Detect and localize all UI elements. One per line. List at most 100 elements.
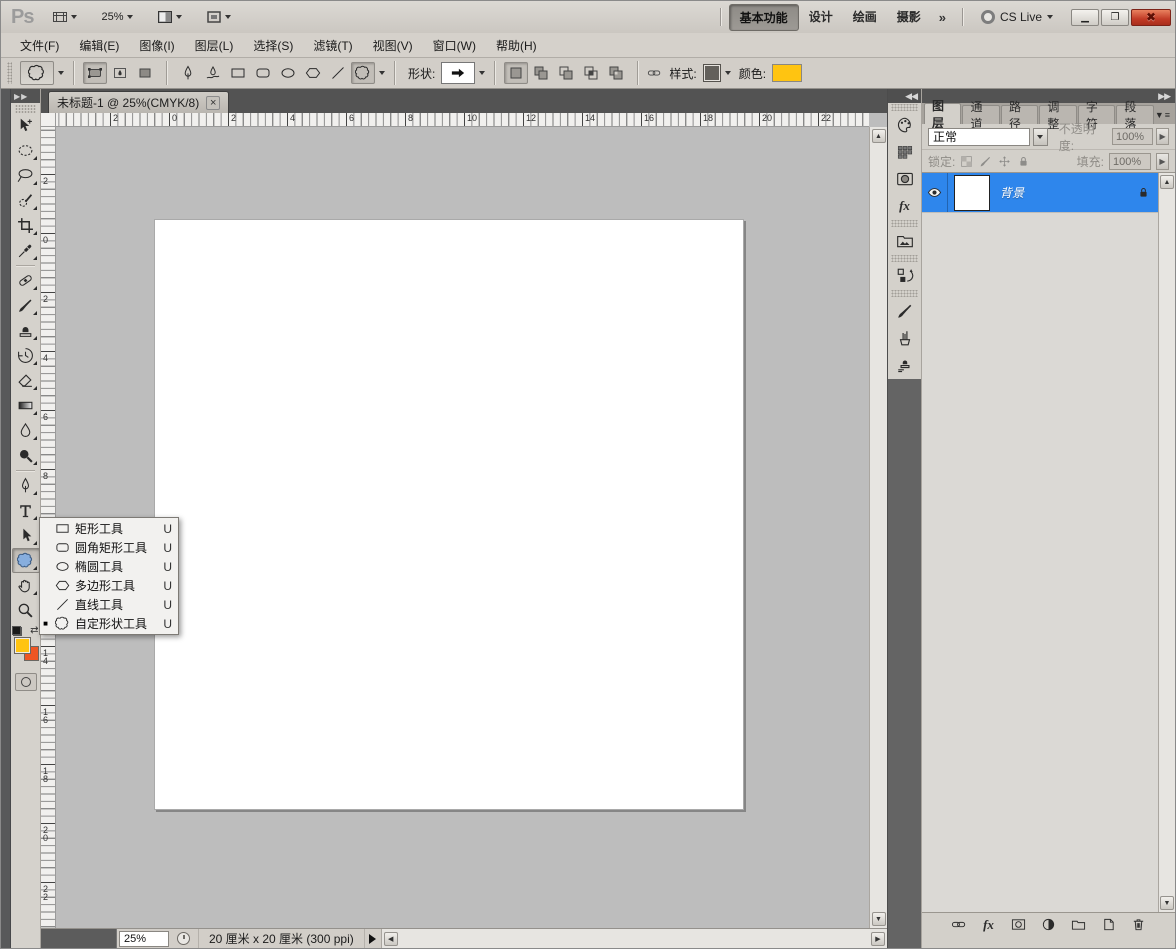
- drag-grip[interactable]: [891, 290, 918, 297]
- ellipse-tool-button[interactable]: [276, 62, 300, 84]
- ruler-corner[interactable]: [41, 113, 56, 127]
- minimize-button[interactable]: ▁: [1071, 9, 1099, 26]
- drag-grip[interactable]: [891, 220, 918, 227]
- workspace-overflow-button[interactable]: »: [931, 10, 954, 25]
- restore-button[interactable]: ❐: [1101, 9, 1129, 26]
- layer-visibility-toggle[interactable]: [922, 173, 948, 212]
- lasso-tool[interactable]: [12, 163, 40, 188]
- quick-selection-tool[interactable]: [12, 188, 40, 213]
- scroll-up-icon[interactable]: ▲: [872, 129, 886, 143]
- hand-tool[interactable]: [12, 573, 40, 598]
- shape-layers-button[interactable]: [83, 62, 107, 84]
- opacity-slider-button[interactable]: ▶: [1156, 128, 1169, 145]
- crop-tool[interactable]: [12, 213, 40, 238]
- layer-style-button[interactable]: fx: [979, 916, 999, 934]
- layers-scrollbar[interactable]: ▲ ▼: [1158, 173, 1175, 912]
- foreground-color-swatch[interactable]: [14, 637, 31, 654]
- brush-tool[interactable]: [12, 293, 40, 318]
- workspace-button[interactable]: 绘画: [843, 4, 887, 31]
- layer-row[interactable]: 背景: [922, 173, 1158, 213]
- history-panel-button[interactable]: [891, 263, 919, 289]
- menu-item[interactable]: 窗口(W): [424, 34, 485, 57]
- fill-pixels-button[interactable]: [133, 62, 157, 84]
- scroll-down-icon[interactable]: ▼: [872, 912, 886, 926]
- default-colors-icon[interactable]: [13, 627, 22, 636]
- lock-transparent-button[interactable]: [960, 155, 973, 168]
- add-mask-button[interactable]: [1009, 916, 1029, 934]
- move-tool[interactable]: [12, 113, 40, 138]
- opacity-field[interactable]: 100%: [1112, 128, 1153, 145]
- menu-item[interactable]: 图层(L): [186, 34, 243, 57]
- marquee-tool[interactable]: [12, 138, 40, 163]
- custom-shape-tool-button[interactable]: [351, 62, 375, 84]
- layer-thumbnail[interactable]: [954, 175, 990, 211]
- path-selection-tool[interactable]: [12, 523, 40, 548]
- styles-panel-button[interactable]: fx: [891, 193, 919, 219]
- menu-item[interactable]: 文件(F): [11, 34, 68, 57]
- polygon-tool-button[interactable]: [301, 62, 325, 84]
- dodge-tool[interactable]: [12, 443, 40, 468]
- screen-mode-button[interactable]: [201, 6, 236, 28]
- eraser-tool[interactable]: [12, 368, 40, 393]
- workspace-button[interactable]: 设计: [799, 4, 843, 31]
- horizontal-scrollbar[interactable]: ◀ ▶: [381, 929, 887, 948]
- status-flyout-button[interactable]: [365, 929, 381, 948]
- panel-tab[interactable]: 图层: [924, 103, 961, 124]
- color-panel-button[interactable]: [891, 112, 919, 138]
- workspace-button[interactable]: 摄影: [887, 4, 931, 31]
- cs-live-button[interactable]: CS Live: [981, 10, 1053, 24]
- drag-grip[interactable]: [7, 62, 12, 84]
- scroll-down-icon[interactable]: ▼: [1160, 896, 1174, 910]
- intersect-shape-button[interactable]: [579, 62, 603, 84]
- lock-all-button[interactable]: [1017, 155, 1030, 168]
- drag-grip[interactable]: [891, 104, 918, 111]
- shape-color-swatch[interactable]: [772, 64, 802, 82]
- workspace-button[interactable]: 基本功能: [729, 4, 799, 31]
- drag-grip[interactable]: [891, 255, 918, 262]
- panel-tab[interactable]: 段落: [1116, 105, 1153, 124]
- menu-item[interactable]: 帮助(H): [487, 34, 546, 57]
- tools-panel-header[interactable]: ▶▶: [11, 89, 40, 103]
- flyout-item-polygon[interactable]: 多边形工具U: [40, 576, 178, 595]
- gradient-tool[interactable]: [12, 393, 40, 418]
- clone-stamp-tool[interactable]: [12, 318, 40, 343]
- blend-mode-select[interactable]: 正常: [928, 128, 1030, 146]
- blur-tool[interactable]: [12, 418, 40, 443]
- link-style-icon[interactable]: [647, 66, 661, 80]
- flyout-item-ellipse[interactable]: 椭圆工具U: [40, 557, 178, 576]
- menu-item[interactable]: 视图(V): [364, 34, 422, 57]
- add-shape-button[interactable]: [529, 62, 553, 84]
- flyout-item-line[interactable]: 直线工具U: [40, 595, 178, 614]
- scroll-right-icon[interactable]: ▶: [871, 932, 885, 946]
- fill-field[interactable]: 100%: [1109, 153, 1151, 170]
- tool-preset-picker[interactable]: [20, 61, 54, 85]
- flyout-item-rectangle[interactable]: 矩形工具U: [40, 519, 178, 538]
- tab-close-icon[interactable]: ×: [206, 96, 220, 110]
- expand-dock-button[interactable]: ◀◀: [888, 89, 921, 103]
- delete-button[interactable]: [1129, 916, 1149, 934]
- freeform-pen-tool-button[interactable]: [201, 62, 225, 84]
- history-brush-tool[interactable]: [12, 343, 40, 368]
- menu-item[interactable]: 选择(S): [244, 34, 302, 57]
- line-tool-button[interactable]: [326, 62, 350, 84]
- blend-mode-dropdown-button[interactable]: [1033, 128, 1048, 146]
- vertical-scrollbar[interactable]: ▲ ▼: [869, 127, 887, 928]
- subtract-shape-button[interactable]: [554, 62, 578, 84]
- swatches-panel-button[interactable]: [891, 139, 919, 165]
- brush-presets-panel-button[interactable]: [891, 325, 919, 351]
- horizontal-ruler[interactable]: 20246810121416182022: [56, 113, 869, 127]
- adjustment-button[interactable]: [1039, 916, 1059, 934]
- panel-menu-button[interactable]: ▼≡: [1155, 110, 1171, 120]
- status-zoom-field[interactable]: 25%: [119, 931, 169, 947]
- zoom-tool[interactable]: [12, 598, 40, 623]
- flyout-item-custom-shape[interactable]: ■自定形状工具U: [40, 614, 178, 633]
- panel-tab[interactable]: 路径: [1001, 105, 1038, 124]
- new-layer-button[interactable]: [1099, 916, 1119, 934]
- menu-item[interactable]: 滤镜(T): [304, 34, 361, 57]
- lock-move-button[interactable]: [998, 155, 1011, 168]
- scroll-left-icon[interactable]: ◀: [384, 932, 398, 946]
- pen-tool-button[interactable]: [176, 62, 200, 84]
- group-button[interactable]: [1069, 916, 1089, 934]
- paths-button[interactable]: [108, 62, 132, 84]
- link-button[interactable]: [949, 916, 969, 934]
